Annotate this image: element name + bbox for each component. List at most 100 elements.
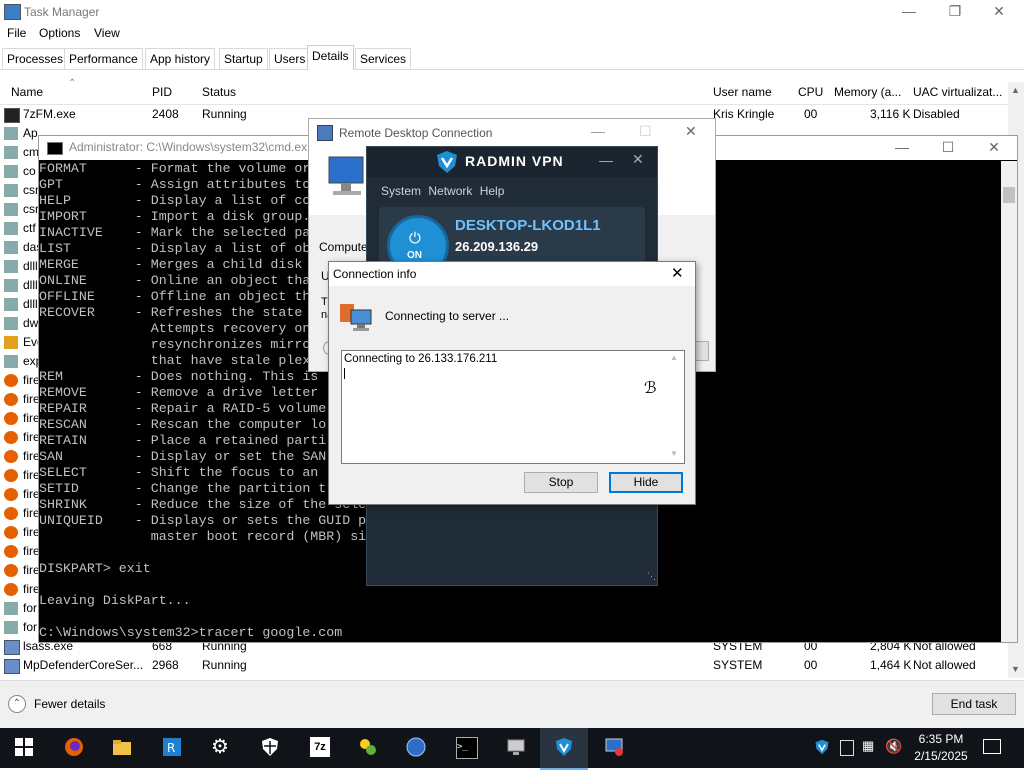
- radmin-vpn-icon: [556, 738, 572, 756]
- taskbar-settings[interactable]: ⚙: [196, 728, 244, 768]
- process-icon: [4, 317, 18, 330]
- rdc-icon: [317, 125, 333, 141]
- col-name[interactable]: Name: [11, 85, 43, 99]
- rdc-title-bar[interactable]: Remote Desktop Connection — ☐ ✕: [309, 119, 715, 145]
- start-button[interactable]: [0, 728, 48, 768]
- 7zip-icon: [4, 108, 20, 123]
- resize-grip-icon[interactable]: ⋱: [647, 571, 656, 582]
- cmd-scrollbar[interactable]: [1001, 161, 1017, 642]
- scroll-down-icon[interactable]: ▼: [1011, 664, 1020, 674]
- rdc-icon: [507, 739, 525, 755]
- menu-options[interactable]: Options: [39, 26, 80, 40]
- firefox-icon: [4, 507, 18, 520]
- menu-system[interactable]: System: [381, 184, 421, 198]
- tab-users[interactable]: Users: [269, 48, 311, 69]
- col-pid[interactable]: PID: [152, 85, 172, 99]
- sort-arrow-icon: ⌃: [68, 78, 77, 89]
- rdc-minimize-button[interactable]: —: [591, 123, 605, 139]
- firefox-icon: [4, 469, 18, 482]
- taskbar-7zip[interactable]: 7z: [296, 728, 344, 768]
- radmin-close-button[interactable]: ✕: [632, 151, 644, 168]
- end-task-button[interactable]: End task: [932, 693, 1016, 715]
- scroll-up-icon[interactable]: ▲: [670, 353, 678, 362]
- col-uac[interactable]: UAC virtualizat...: [913, 85, 1002, 99]
- network-globe-icon: [406, 737, 426, 757]
- process-icon: [4, 184, 18, 197]
- process-icon: [4, 241, 18, 254]
- radmin-minimize-button[interactable]: —: [599, 152, 613, 168]
- rdc-close-button[interactable]: ✕: [685, 123, 697, 140]
- cmd-maximize-button[interactable]: ☐: [925, 136, 971, 158]
- radmin-title-bar[interactable]: RADMIN VPN — ✕: [367, 147, 657, 177]
- stop-button[interactable]: Stop: [524, 472, 598, 493]
- col-memory[interactable]: Memory (a...: [834, 85, 901, 99]
- process-uac: Disabled: [913, 107, 960, 121]
- taskbar-radmin-vpn[interactable]: [540, 728, 588, 770]
- dialog-close-button[interactable]: ✕: [671, 264, 684, 282]
- svg-text:R: R: [167, 741, 175, 755]
- log-textbox[interactable]: Connecting to 26.133.176.211 ▲ ▼: [341, 350, 685, 464]
- process-name: MpDefenderCoreSer...: [23, 658, 144, 672]
- clock-time: 6:35 PM: [918, 732, 964, 746]
- monitor-icon: [328, 156, 364, 195]
- tab-performance[interactable]: Performance: [64, 48, 143, 69]
- cmd-close-button[interactable]: ✕: [971, 136, 1017, 158]
- taskbar-firefox[interactable]: [50, 728, 98, 768]
- menu-bar: File Options View: [0, 24, 1024, 44]
- process-icon: [4, 621, 18, 634]
- taskbar-security[interactable]: [246, 728, 294, 768]
- tray-volume-icon[interactable]: 🔇: [885, 738, 902, 755]
- process-status: Running: [202, 107, 247, 121]
- tab-details[interactable]: Details: [307, 45, 354, 70]
- tray-network-icon[interactable]: ▦: [862, 738, 874, 754]
- dialog-title-bar[interactable]: Connection info ✕: [329, 262, 695, 286]
- task-manager-icon: [4, 4, 21, 20]
- taskbar-file-explorer[interactable]: [98, 728, 146, 768]
- col-cpu[interactable]: CPU: [798, 85, 823, 99]
- taskbar-remote-desktop[interactable]: R: [148, 728, 196, 768]
- minimize-button[interactable]: —: [886, 0, 932, 22]
- close-button[interactable]: ✕: [976, 0, 1022, 22]
- process-icon: [4, 602, 18, 615]
- tab-startup[interactable]: Startup: [219, 48, 268, 69]
- taskbar-radmin-viewer[interactable]: [344, 728, 392, 768]
- host-ip: 26.209.136.29: [455, 239, 539, 254]
- radmin-viewer-icon: [340, 304, 372, 331]
- taskbar-rdc[interactable]: [492, 728, 540, 768]
- tray-window-icon[interactable]: [840, 740, 854, 756]
- menu-file[interactable]: File: [7, 26, 26, 40]
- process-name: co: [23, 164, 36, 178]
- tab-services[interactable]: Services: [355, 48, 412, 69]
- rdp-client-icon: [605, 738, 623, 756]
- scroll-thumb[interactable]: [1003, 187, 1015, 203]
- taskbar-cmd[interactable]: >_: [442, 728, 490, 768]
- clock-date: 2/15/2025: [914, 749, 968, 763]
- taskbar-rdp-client[interactable]: [590, 728, 638, 768]
- scroll-down-icon[interactable]: ▼: [670, 449, 678, 458]
- process-user: SYSTEM: [713, 658, 763, 672]
- tab-processes[interactable]: Processes: [2, 48, 69, 69]
- tab-app-history[interactable]: App history: [145, 48, 216, 69]
- chevron-up-icon[interactable]: ⌃: [8, 695, 26, 713]
- table-row[interactable]: MpDefenderCoreSer... 2968 Running SYSTEM…: [0, 656, 1008, 675]
- menu-network[interactable]: Network: [428, 184, 472, 198]
- title-bar[interactable]: Task Manager — ❐ ✕: [0, 0, 1024, 24]
- col-status[interactable]: Status: [202, 85, 236, 99]
- action-center-icon[interactable]: [983, 739, 1001, 754]
- tray-radmin-vpn[interactable]: [814, 739, 830, 755]
- dialog-title: Connection info: [333, 267, 417, 281]
- menu-view[interactable]: View: [94, 26, 120, 40]
- rdc-maximize-button[interactable]: ☐: [639, 123, 652, 140]
- menu-help[interactable]: Help: [480, 184, 505, 198]
- process-user: Kris Kringle: [713, 107, 775, 121]
- col-user-name[interactable]: User name: [713, 85, 772, 99]
- connection-info-dialog[interactable]: Connection info ✕ Connecting to server .…: [328, 261, 696, 505]
- fewer-details-link[interactable]: Fewer details: [34, 697, 105, 711]
- maximize-button[interactable]: ❐: [932, 0, 978, 22]
- hide-button[interactable]: Hide: [609, 472, 683, 493]
- cmd-minimize-button[interactable]: —: [879, 136, 925, 158]
- mouse-cursor-icon: ℬ: [644, 380, 657, 397]
- taskbar-network[interactable]: [392, 728, 440, 768]
- clock[interactable]: 6:35 PM 2/15/2025: [914, 732, 968, 763]
- scroll-up-icon[interactable]: ▲: [1011, 85, 1020, 95]
